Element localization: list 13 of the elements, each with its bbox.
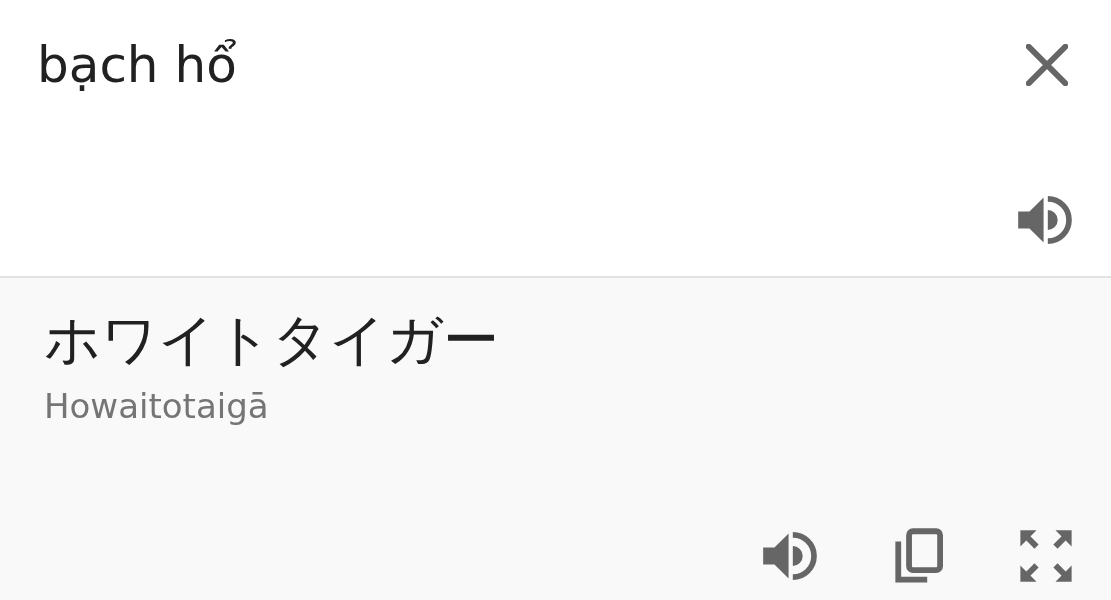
- copy-button[interactable]: [893, 528, 943, 584]
- fullscreen-button[interactable]: [1019, 529, 1073, 583]
- translated-text: ホワイトタイガー: [44, 306, 500, 374]
- listen-button[interactable]: [1018, 196, 1072, 244]
- source-text-field[interactable]: bạch hổ: [37, 32, 237, 98]
- copy-icon: [893, 528, 943, 584]
- clear-button[interactable]: [1026, 44, 1068, 86]
- speaker-icon: [763, 532, 817, 580]
- close-icon: [1026, 44, 1068, 86]
- listen-button[interactable]: [763, 532, 817, 580]
- romanization-text: Howaitotaigā: [44, 385, 270, 428]
- expand-icon: [1019, 529, 1073, 583]
- speaker-icon: [1018, 196, 1072, 244]
